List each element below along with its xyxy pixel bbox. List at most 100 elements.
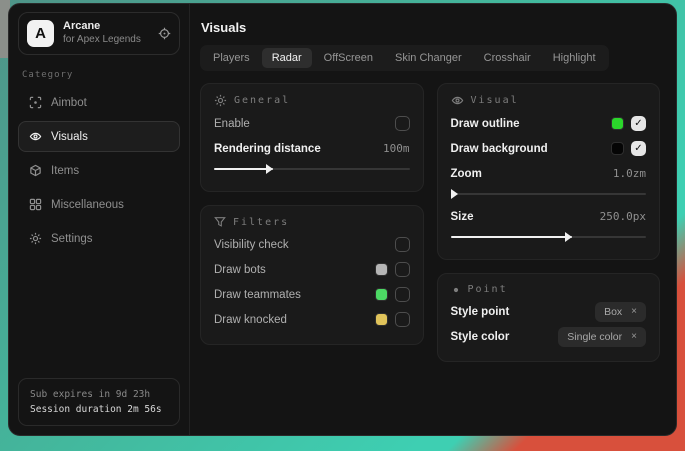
tab-highlight[interactable]: Highlight: [543, 48, 606, 68]
card-header: General: [214, 94, 410, 111]
close-icon[interactable]: ×: [631, 331, 637, 342]
sidebar-item-label: Aimbot: [51, 97, 87, 109]
checkbox-draw-bots[interactable]: [395, 262, 410, 277]
sidebar-item-aimbot[interactable]: Aimbot: [18, 87, 180, 118]
page-title: Visuals: [200, 17, 660, 45]
setting-label: Draw background: [451, 143, 548, 155]
sidebar-item-items[interactable]: Items: [18, 155, 180, 186]
slider-value: 250.0px: [600, 210, 646, 223]
sidebar-item-label: Visuals: [51, 131, 88, 143]
card-point: Point Style point Box × Style color Single co…: [437, 273, 661, 362]
card-title: Filters: [233, 217, 289, 228]
color-swatch[interactable]: [611, 142, 624, 155]
checkbox-visibility-check[interactable]: [395, 237, 410, 252]
chip-value: Single color: [567, 331, 622, 343]
sidebar-item-label: Settings: [51, 233, 93, 245]
tab-skin-changer[interactable]: Skin Changer: [385, 48, 472, 68]
brand-title: Arcane: [63, 20, 149, 34]
slider-zoom[interactable]: [451, 188, 647, 200]
setting-row-rendering-distance: Rendering distance 100m: [214, 136, 410, 161]
setting-row-zoom: Zoom 1.0zm: [451, 161, 647, 186]
setting-label: Enable: [214, 118, 250, 130]
slider-thumb[interactable]: [565, 232, 572, 242]
sidebar-nav: Aimbot Visuals Items Miscellaneous Settings: [18, 87, 180, 254]
setting-label: Visibility check: [214, 239, 289, 251]
setting-row-draw-bots: Draw bots: [214, 257, 410, 282]
setting-label: Rendering distance: [214, 143, 321, 155]
card-title: Point: [468, 284, 508, 295]
sidebar-item-label: Miscellaneous: [51, 199, 124, 211]
checkbox-draw-teammates[interactable]: [395, 287, 410, 302]
checkbox-draw-background[interactable]: ✓: [631, 141, 646, 156]
slider-thumb[interactable]: [451, 189, 458, 199]
setting-row-enable: Enable: [214, 111, 410, 136]
sidebar-item-visuals[interactable]: Visuals: [18, 121, 180, 152]
setting-row-size: Size 250.0px: [451, 204, 647, 229]
color-swatch[interactable]: [375, 288, 388, 301]
tab-offscreen[interactable]: OffScreen: [314, 48, 383, 68]
crosshair-icon: [29, 96, 42, 109]
color-swatch[interactable]: [375, 263, 388, 276]
setting-label: Style color: [451, 331, 510, 343]
checkbox-draw-outline[interactable]: ✓: [631, 116, 646, 131]
setting-label: Draw knocked: [214, 314, 287, 326]
setting-row-visibility-check: Visibility check: [214, 232, 410, 257]
session-duration-text: Session duration 2m 56s: [30, 402, 168, 417]
slider-size[interactable]: [451, 231, 647, 243]
grid-icon: [29, 198, 42, 211]
setting-label: Draw outline: [451, 118, 520, 130]
setting-row-style-point: Style point Box ×: [451, 299, 647, 324]
tab-crosshair[interactable]: Crosshair: [474, 48, 541, 68]
select-chip-style-color[interactable]: Single color ×: [558, 327, 646, 347]
color-swatch[interactable]: [375, 313, 388, 326]
subscription-info: Sub expires in 9d 23h Session duration 2…: [18, 378, 180, 426]
gear-icon: [29, 232, 42, 245]
chip-value: Box: [604, 306, 622, 318]
setting-label: Size: [451, 211, 474, 223]
slider-value: 100m: [383, 142, 410, 155]
sidebar-item-settings[interactable]: Settings: [18, 223, 180, 254]
card-title: General: [234, 95, 290, 106]
card-title: Visual: [471, 95, 519, 106]
gear-icon: [214, 94, 227, 107]
setting-label: Draw bots: [214, 264, 266, 276]
sidebar-item-miscellaneous[interactable]: Miscellaneous: [18, 189, 180, 220]
select-chip-style-point[interactable]: Box ×: [595, 302, 646, 322]
slider-value: 1.0zm: [613, 167, 646, 180]
slider-rendering-distance[interactable]: [214, 163, 410, 175]
arcane-logo: A: [27, 20, 54, 47]
setting-row-draw-background: Draw background ✓: [451, 136, 647, 161]
funnel-icon: [214, 216, 226, 228]
target-icon[interactable]: [158, 27, 171, 40]
cube-icon: [29, 164, 42, 177]
close-icon[interactable]: ×: [631, 306, 637, 317]
brand-header: A Arcane for Apex Legends: [18, 12, 180, 55]
card-filters: Filters Visibility check Draw bots Draw tea…: [200, 205, 424, 345]
setting-label: Zoom: [451, 168, 482, 180]
arcane-window: A Arcane for Apex Legends Category Aimbo…: [8, 3, 677, 436]
sub-expires-text: Sub expires in 9d 23h: [30, 387, 168, 402]
eye-scan-icon: [29, 130, 42, 143]
sidebar-item-label: Items: [51, 165, 79, 177]
tab-radar[interactable]: Radar: [262, 48, 312, 68]
color-swatch[interactable]: [611, 117, 624, 130]
setting-row-style-color: Style color Single color ×: [451, 324, 647, 349]
cards-area: General Enable Rendering distance 100m Filte…: [200, 83, 660, 362]
brand-subtitle: for Apex Legends: [63, 34, 149, 47]
eye-icon: [451, 94, 464, 107]
main-panel: Visuals PlayersRadarOffScreenSkin Change…: [190, 4, 676, 435]
tab-players[interactable]: Players: [203, 48, 260, 68]
card-visual: Visual Draw outline ✓ Draw background ✓ Zoom 1…: [437, 83, 661, 260]
checkbox-enable[interactable]: [395, 116, 410, 131]
category-label: Category: [22, 70, 176, 80]
setting-row-draw-outline: Draw outline ✓: [451, 111, 647, 136]
checkbox-draw-knocked[interactable]: [395, 312, 410, 327]
card-header: Visual: [451, 94, 647, 111]
setting-label: Style point: [451, 306, 510, 318]
card-general: General Enable Rendering distance 100m: [200, 83, 424, 192]
setting-row-draw-teammates: Draw teammates: [214, 282, 410, 307]
slider-thumb[interactable]: [266, 164, 273, 174]
card-header: Filters: [214, 216, 410, 232]
sidebar: A Arcane for Apex Legends Category Aimbo…: [9, 4, 190, 435]
setting-label: Draw teammates: [214, 289, 301, 301]
